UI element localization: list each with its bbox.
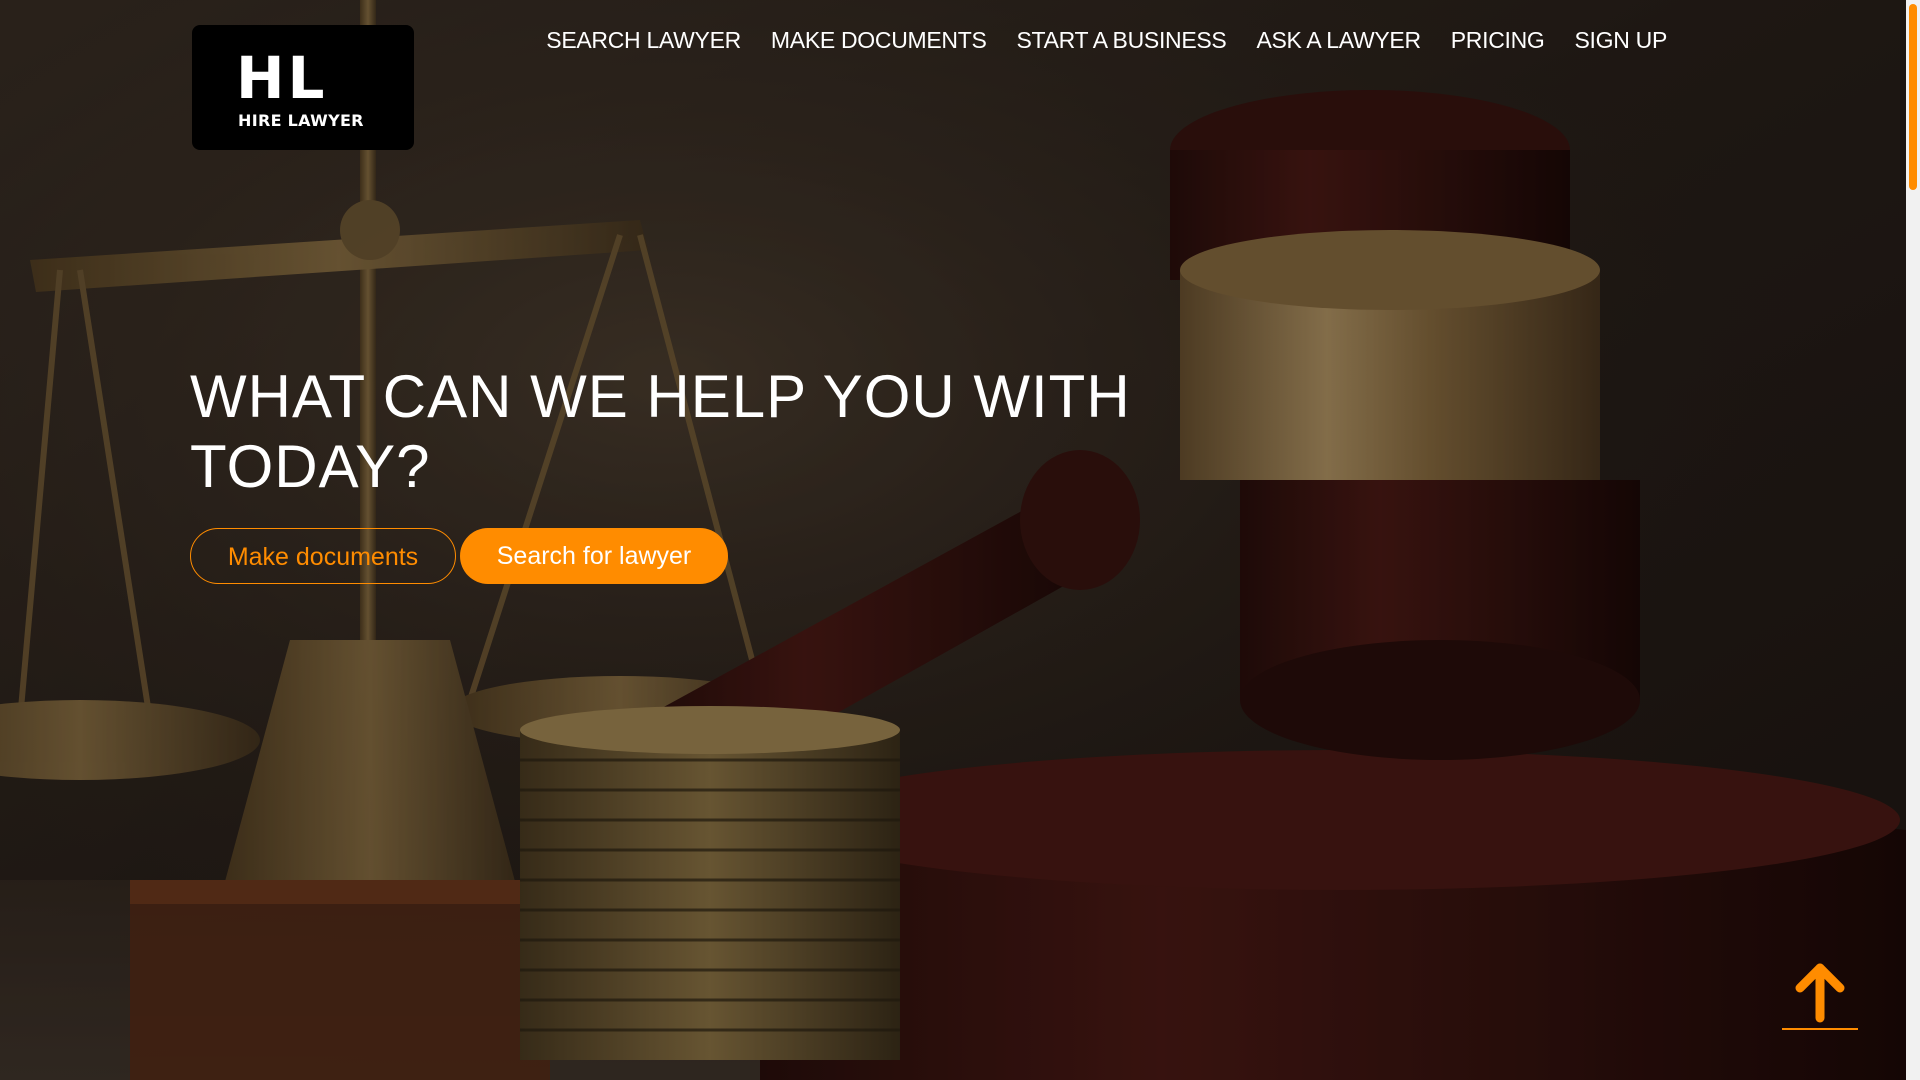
scrollbar-thumb[interactable]	[1909, 4, 1917, 190]
nav-link-make-documents[interactable]: MAKE DOCUMENTS	[771, 24, 987, 56]
main-nav: SEARCH LAWYER MAKE DOCUMENTS START A BUS…	[546, 24, 1667, 56]
nav-link-pricing[interactable]: PRICING	[1451, 24, 1545, 56]
nav-link-ask-a-lawyer[interactable]: ASK A LAWYER	[1256, 24, 1421, 56]
back-to-top-button[interactable]	[1782, 962, 1858, 1030]
search-for-lawyer-button[interactable]: Search for lawyer	[460, 528, 728, 584]
arrow-up-icon	[1782, 963, 1858, 1028]
nav-link-start-a-business[interactable]: START A BUSINESS	[1017, 24, 1227, 56]
back-to-top-underline	[1782, 1028, 1858, 1030]
logo-text: HIRE LAWYER	[238, 111, 364, 130]
page: HL HIRE LAWYER SEARCH LAWYER MAKE DOCUME…	[0, 0, 1920, 1080]
nav-link-search-lawyer[interactable]: SEARCH LAWYER	[546, 24, 741, 56]
nav-link-sign-up[interactable]: SIGN UP	[1575, 24, 1668, 56]
site-logo[interactable]: HL HIRE LAWYER	[192, 25, 414, 150]
make-documents-button[interactable]: Make documents	[190, 528, 456, 584]
page-scrollbar[interactable]	[1906, 0, 1920, 1080]
hero-headline: WHAT CAN WE HELP YOU WITH TODAY?	[190, 363, 1131, 500]
logo-mark: HL	[236, 44, 328, 112]
